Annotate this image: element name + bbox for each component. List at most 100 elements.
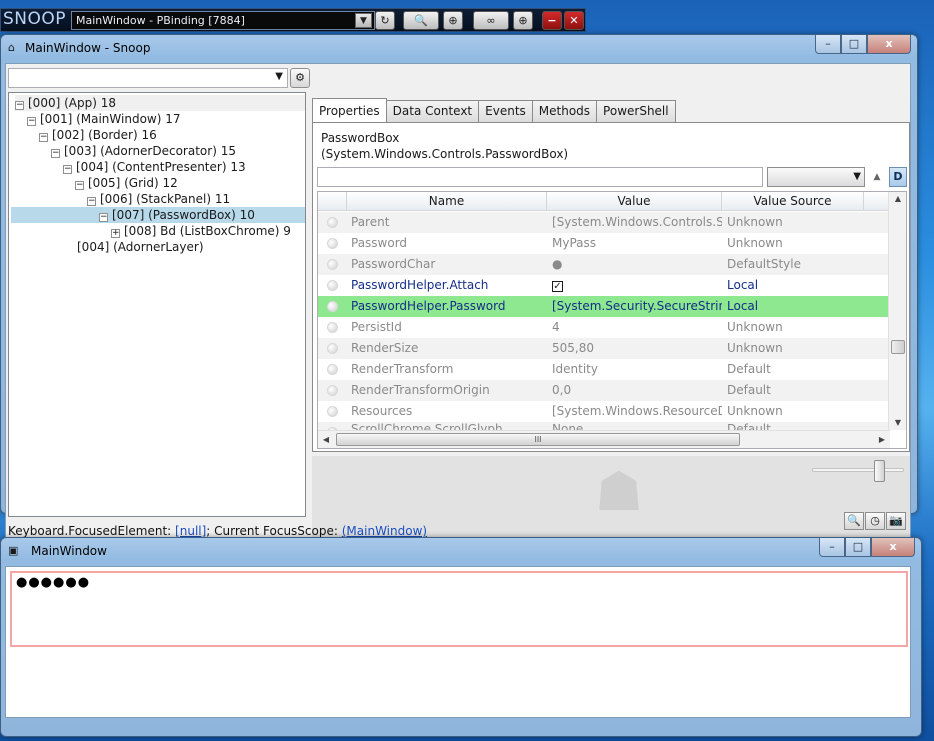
window-selector-combo[interactable]: MainWindow - PBinding [7884] ▼ <box>71 11 375 30</box>
tab-data-context[interactable]: Data Context <box>385 100 480 122</box>
password-box[interactable]: ●●●●●● <box>10 571 908 647</box>
main-window: ▣ MainWindow – □ x ●●●●●● <box>0 537 922 737</box>
collapse-icon[interactable]: − <box>63 165 72 174</box>
tree-filter-combo[interactable]: ▼ <box>8 68 288 88</box>
focused-element-link[interactable]: [null] <box>175 524 206 538</box>
delve-icon[interactable] <box>327 238 338 249</box>
zoom-slider[interactable] <box>812 468 904 472</box>
minimize-button[interactable]: − <box>542 11 562 30</box>
delve-icon[interactable] <box>327 343 338 354</box>
prop-name: PasswordHelper.Password <box>351 299 506 313</box>
default-values-toggle[interactable]: D <box>889 167 907 187</box>
grid-header-name[interactable]: Name <box>347 192 547 211</box>
window-close-button[interactable]: x <box>871 538 915 557</box>
table-row[interactable]: PasswordChar ● DefaultStyle <box>318 254 888 275</box>
screenshot-button[interactable]: 📷 <box>886 512 906 530</box>
tree-node[interactable]: [004] (AdornerLayer) <box>77 239 204 255</box>
prop-value[interactable]: 4 <box>552 317 722 338</box>
expand-icon[interactable]: + <box>111 229 120 238</box>
table-row[interactable]: PasswordHelper.Attach ✓ Local <box>318 275 888 296</box>
tab-methods[interactable]: Methods <box>531 100 598 122</box>
delve-icon[interactable] <box>327 364 338 375</box>
sort-up-button[interactable]: ▲ <box>869 169 885 185</box>
timer-button[interactable]: ◷ <box>865 512 885 530</box>
grid-header-value[interactable]: Value <box>547 192 722 211</box>
window-maximize-button[interactable]: □ <box>845 538 871 557</box>
tab-events[interactable]: Events <box>478 100 533 122</box>
property-filter-input[interactable] <box>317 167 763 187</box>
window-close-button[interactable]: x <box>867 35 911 54</box>
collapse-icon[interactable]: − <box>27 117 36 126</box>
magnify-button[interactable]: ∞ <box>473 11 509 30</box>
scroll-up-icon[interactable]: ▲ <box>889 192 906 206</box>
collapse-icon[interactable]: − <box>51 149 60 158</box>
grid-horizontal-scrollbar[interactable]: ◀ III ▶ <box>318 430 890 448</box>
prop-value[interactable]: ● <box>552 254 722 275</box>
delve-icon[interactable] <box>327 301 338 312</box>
tree-options-button[interactable]: ⚙ <box>290 68 310 88</box>
tab-properties[interactable]: Properties <box>312 98 387 122</box>
grid-header-source[interactable]: Value Source <box>722 192 864 211</box>
status-label-focused: Keyboard.FocusedElement: <box>8 524 176 538</box>
crosshair-magnify-button[interactable]: ⊕ <box>513 11 533 30</box>
scrollbar-thumb[interactable]: III <box>336 433 740 446</box>
tree-node[interactable]: − [003] (AdornerDecorator) 15 <box>51 143 236 159</box>
tree-node[interactable]: − [004] (ContentPresenter) 13 <box>63 159 246 175</box>
table-row[interactable]: RenderTransformOrigin 0,0 Default <box>318 380 888 401</box>
prop-value[interactable]: [System.Windows.Controls.StackPanel] <box>552 212 722 233</box>
zoom-slider-thumb[interactable] <box>874 460 885 482</box>
prop-value[interactable]: Identity <box>552 359 722 380</box>
table-row[interactable]: RenderTransform Identity Default <box>318 359 888 380</box>
checkbox-checked[interactable]: ✓ <box>552 281 563 292</box>
delve-icon[interactable] <box>327 406 338 417</box>
window-minimize-button[interactable]: – <box>819 538 845 557</box>
tree-node[interactable]: − [005] (Grid) 12 <box>75 175 178 191</box>
collapse-icon[interactable]: − <box>87 197 96 206</box>
table-row[interactable]: Password MyPass Unknown <box>318 233 888 254</box>
table-row[interactable]: PersistId 4 Unknown <box>318 317 888 338</box>
chevron-down-icon[interactable]: ▼ <box>355 13 372 28</box>
snoop-window: ⌂ MainWindow - Snoop – □ x ▼ ⚙ − [000] (A… <box>0 34 918 541</box>
snoop-button[interactable]: 🔍 <box>403 11 439 30</box>
zoomer-button[interactable]: 🔍 <box>844 512 864 530</box>
tree-node[interactable]: − [002] (Border) 16 <box>39 127 157 143</box>
prop-value[interactable]: [System.Windows.ResourceDictionary] <box>552 401 722 422</box>
tree-node[interactable]: − [006] (StackPanel) 11 <box>87 191 230 207</box>
prop-source: Unknown <box>727 236 783 250</box>
delve-icon[interactable] <box>327 385 338 396</box>
table-row-highlighted[interactable]: PasswordHelper.Password [System.Security.… <box>318 296 888 317</box>
prop-value[interactable]: ✓ <box>552 275 722 296</box>
prop-value[interactable]: 505,80 <box>552 338 722 359</box>
collapse-icon[interactable]: − <box>75 181 84 190</box>
table-row[interactable]: RenderSize 505,80 Unknown <box>318 338 888 359</box>
tree-node[interactable]: − [001] (MainWindow) 17 <box>27 111 181 127</box>
window-minimize-button[interactable]: – <box>815 35 841 54</box>
window-maximize-button[interactable]: □ <box>841 35 867 54</box>
scroll-right-icon[interactable]: ▶ <box>874 431 890 448</box>
refresh-button[interactable]: ↻ <box>375 11 395 30</box>
collapse-icon[interactable]: − <box>39 133 48 142</box>
scroll-down-icon[interactable]: ▼ <box>889 416 906 430</box>
table-row[interactable]: Resources [System.Windows.ResourceDiction… <box>318 401 888 422</box>
prop-value[interactable]: [System.Security.SecureString] <box>552 296 722 317</box>
focus-scope-link[interactable]: (MainWindow) <box>342 524 427 538</box>
tab-powershell[interactable]: PowerShell <box>596 100 676 122</box>
table-row[interactable]: Parent [System.Windows.Controls.StackPane… <box>318 212 888 233</box>
tree-node[interactable]: + [008] Bd (ListBoxChrome) 9 <box>111 223 291 239</box>
grid-vertical-scrollbar[interactable]: ▲ ▼ <box>888 192 906 430</box>
prop-value[interactable]: MyPass <box>552 233 722 254</box>
delve-icon[interactable] <box>327 322 338 333</box>
delve-icon[interactable] <box>327 280 338 291</box>
prop-value[interactable]: 0,0 <box>552 380 722 401</box>
scroll-left-icon[interactable]: ◀ <box>318 431 334 448</box>
scrollbar-thumb[interactable] <box>891 340 905 354</box>
tree-node[interactable]: − [000] (App) 18 <box>15 95 305 111</box>
delve-icon[interactable] <box>327 259 338 270</box>
property-filter-combo[interactable]: ▼ <box>767 167 865 187</box>
tree-node-selected[interactable]: − [007] (PasswordBox) 10 <box>11 207 305 223</box>
delve-icon[interactable] <box>327 217 338 228</box>
crosshair-button[interactable]: ⊕ <box>443 11 463 30</box>
collapse-icon[interactable]: − <box>99 213 108 222</box>
collapse-icon[interactable]: − <box>15 101 24 110</box>
close-button[interactable]: ✕ <box>564 11 584 30</box>
